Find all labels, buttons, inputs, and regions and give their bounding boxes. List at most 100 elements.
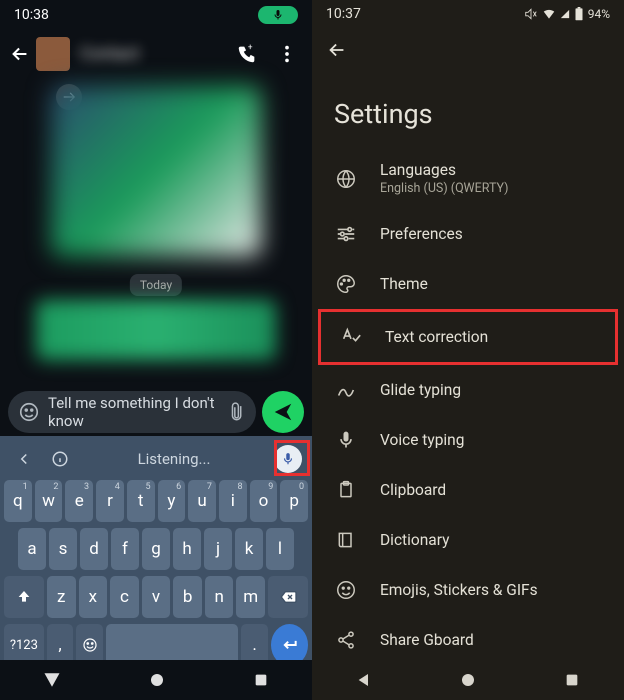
setting-share[interactable]: Share Gboard — [316, 615, 620, 665]
emoji-icon[interactable] — [18, 401, 40, 423]
gesture-icon — [334, 378, 358, 402]
setting-subtitle: English (US) (QWERTY) — [380, 181, 509, 196]
nav-bar-right — [312, 660, 624, 700]
emoji-icon — [334, 578, 358, 602]
key-q[interactable]: q1 — [4, 480, 32, 522]
setting-theme[interactable]: Theme — [316, 259, 620, 309]
nav-back[interactable] — [356, 672, 372, 688]
setting-voice-typing[interactable]: Voice typing — [316, 415, 620, 465]
key-v[interactable]: v — [142, 576, 171, 618]
spellcheck-icon — [339, 325, 363, 349]
key-s[interactable]: s — [49, 528, 77, 570]
key-m[interactable]: m — [236, 576, 265, 618]
message-input-row: Tell me something I don't know — [0, 388, 312, 436]
setting-label: Clipboard — [380, 481, 446, 499]
key-l[interactable]: l — [266, 528, 294, 570]
contact-name[interactable]: Contact — [80, 44, 236, 64]
contact-avatar[interactable] — [36, 37, 70, 71]
mic-icon — [334, 428, 358, 452]
key-shift[interactable] — [4, 576, 44, 618]
setting-emojis[interactable]: Emojis, Stickers & GIFs — [316, 565, 620, 615]
nav-recent[interactable] — [253, 672, 269, 688]
battery-icon — [574, 7, 584, 21]
chat-messages-area[interactable]: Today — [0, 78, 312, 388]
key-b[interactable]: b — [173, 576, 202, 618]
settings-back-button[interactable] — [312, 28, 624, 72]
key-d[interactable]: d — [80, 528, 108, 570]
key-x[interactable]: x — [79, 576, 108, 618]
setting-label: Share Gboard — [380, 631, 474, 649]
setting-text-correction[interactable]: Text correction — [318, 309, 618, 365]
setting-label: Glide typing — [380, 381, 461, 399]
nav-home[interactable] — [148, 671, 166, 689]
video-call-button[interactable]: + — [236, 43, 258, 65]
key-j[interactable]: j — [204, 528, 232, 570]
key-o[interactable]: o9 — [250, 480, 278, 522]
setting-label: Preferences — [380, 225, 463, 243]
gboard-settings-screen: 10:37 94% Settings Languages English (US)… — [312, 0, 624, 700]
keyboard: Listening... q1w2e3r4t5y6u7i8o9p0 asdfgh… — [0, 436, 312, 660]
nav-home[interactable] — [459, 671, 477, 689]
key-e[interactable]: e3 — [65, 480, 93, 522]
message-bubble-blurred[interactable] — [36, 300, 276, 360]
message-input-box[interactable]: Tell me something I don't know — [8, 391, 256, 433]
setting-label: Languages — [380, 161, 509, 179]
setting-preferences[interactable]: Preferences — [316, 209, 620, 259]
setting-label: Theme — [380, 275, 428, 293]
signal-icon — [560, 7, 570, 21]
message-input-text: Tell me something I don't know — [48, 394, 226, 430]
palette-icon — [334, 272, 358, 296]
kb-info-icon[interactable] — [46, 445, 74, 473]
key-h[interactable]: h — [173, 528, 201, 570]
share-icon — [334, 628, 358, 652]
setting-dictionary[interactable]: Dictionary — [316, 515, 620, 565]
status-icons: 94% — [524, 7, 610, 21]
key-p[interactable]: p0 — [280, 480, 308, 522]
nav-bar-left — [0, 660, 312, 700]
battery-percent: 94% — [588, 7, 610, 21]
message-image-blurred[interactable] — [51, 86, 261, 256]
key-i[interactable]: i8 — [219, 480, 247, 522]
key-u[interactable]: u7 — [188, 480, 216, 522]
status-time-right: 10:37 — [326, 6, 361, 22]
key-f[interactable]: f — [111, 528, 139, 570]
setting-glide-typing[interactable]: Glide typing — [316, 365, 620, 415]
attach-icon[interactable] — [222, 398, 250, 426]
key-n[interactable]: n — [205, 576, 234, 618]
kb-back-icon[interactable] — [10, 445, 38, 473]
mic-highlight-box — [274, 440, 310, 476]
setting-label: Dictionary — [380, 531, 449, 549]
key-t[interactable]: t5 — [127, 480, 155, 522]
setting-languages[interactable]: Languages English (US) (QWERTY) — [316, 148, 620, 209]
key-y[interactable]: y6 — [158, 480, 186, 522]
key-backspace[interactable] — [268, 576, 308, 618]
date-chip: Today — [130, 274, 182, 296]
mute-icon — [524, 7, 538, 21]
settings-title: Settings — [312, 72, 624, 148]
nav-back[interactable] — [43, 671, 61, 689]
more-menu-button[interactable] — [276, 43, 298, 65]
key-w[interactable]: w2 — [35, 480, 63, 522]
key-g[interactable]: g — [142, 528, 170, 570]
key-c[interactable]: c — [110, 576, 139, 618]
clipboard-icon — [334, 478, 358, 502]
key-k[interactable]: k — [235, 528, 263, 570]
key-a[interactable]: a — [18, 528, 46, 570]
status-bar-left: 10:38 — [0, 0, 312, 30]
chat-header: Contact + — [0, 30, 312, 78]
book-icon — [334, 528, 358, 552]
send-button[interactable] — [262, 391, 304, 433]
back-button[interactable] — [8, 42, 32, 66]
setting-label: Text correction — [385, 328, 488, 346]
key-r[interactable]: r4 — [96, 480, 124, 522]
svg-text:+: + — [248, 43, 253, 52]
status-time: 10:38 — [14, 7, 49, 23]
nav-recent[interactable] — [564, 672, 580, 688]
setting-label: Emojis, Stickers & GIFs — [380, 581, 538, 599]
globe-icon — [334, 167, 358, 191]
setting-clipboard[interactable]: Clipboard — [316, 465, 620, 515]
settings-list: Languages English (US) (QWERTY) Preferenc… — [312, 148, 624, 700]
key-z[interactable]: z — [47, 576, 76, 618]
status-bar-right: 10:37 94% — [312, 0, 624, 28]
mic-active-pill[interactable] — [258, 6, 298, 24]
